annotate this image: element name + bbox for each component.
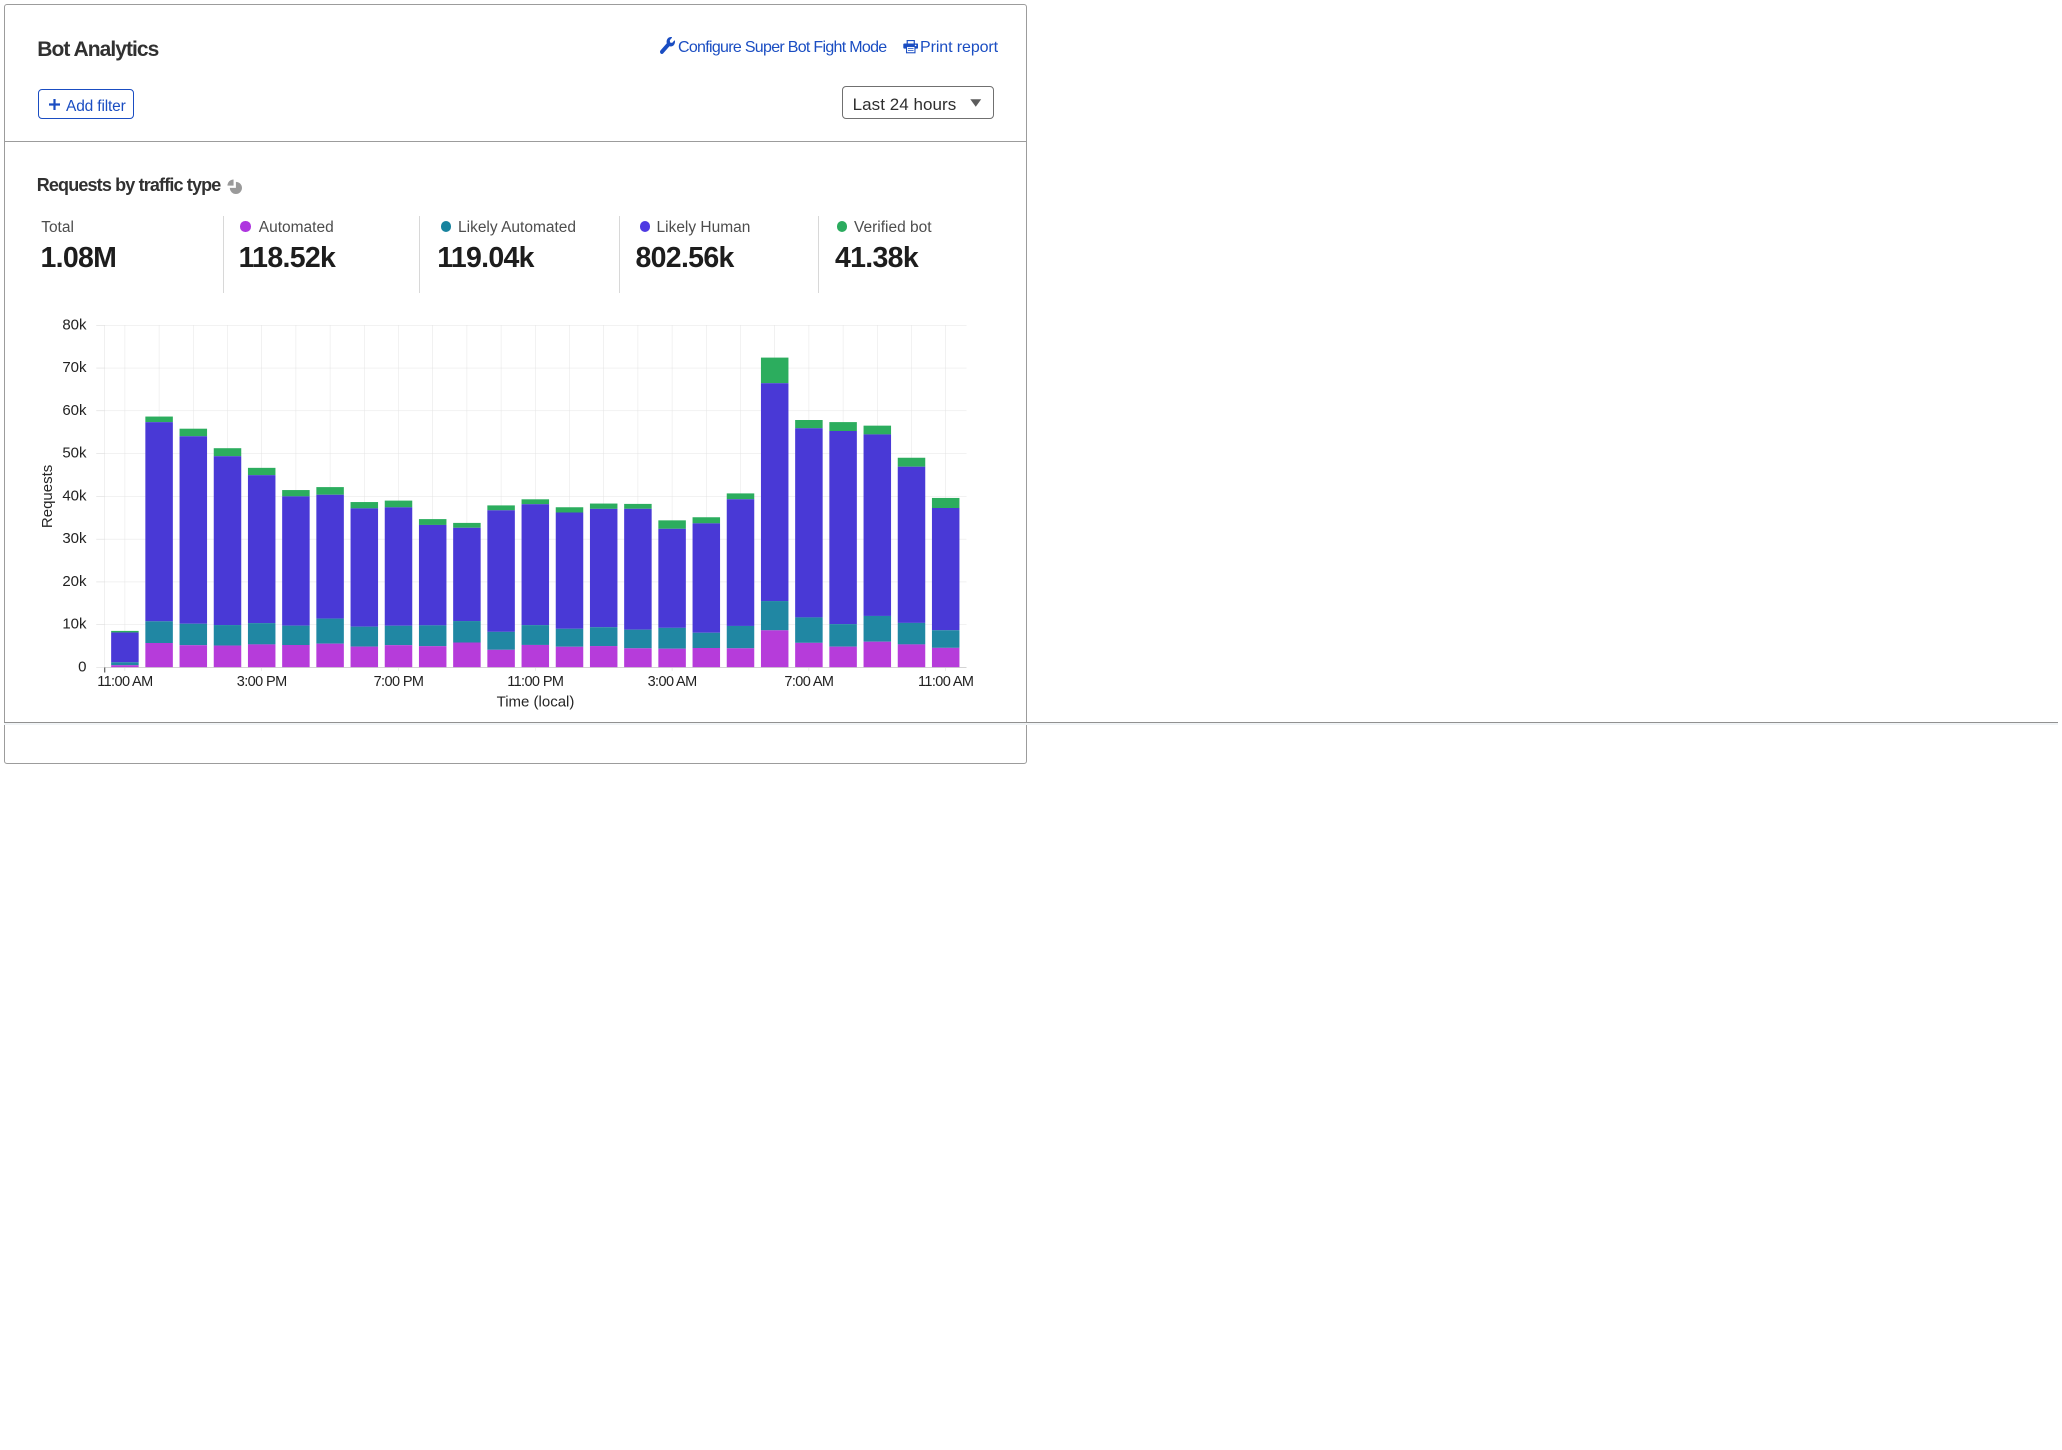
svg-text:11:00 PM: 11:00 PM [507, 674, 563, 690]
svg-text:0: 0 [78, 659, 86, 676]
svg-text:7:00 AM: 7:00 AM [784, 674, 833, 690]
svg-text:10k: 10k [62, 616, 87, 633]
svg-text:50k: 50k [62, 445, 87, 462]
svg-text:20k: 20k [62, 573, 87, 590]
svg-text:Time (local): Time (local) [497, 694, 575, 711]
svg-text:7:00 PM: 7:00 PM [374, 674, 424, 690]
svg-text:Requests: Requests [39, 465, 56, 528]
svg-text:70k: 70k [62, 359, 87, 376]
svg-text:40k: 40k [62, 487, 87, 504]
svg-text:11:00 AM: 11:00 AM [918, 674, 973, 690]
svg-text:3:00 AM: 3:00 AM [648, 674, 697, 690]
svg-text:11:00 AM: 11:00 AM [97, 674, 152, 690]
svg-text:60k: 60k [62, 402, 87, 419]
svg-text:80k: 80k [62, 316, 87, 333]
svg-text:30k: 30k [62, 530, 87, 547]
svg-text:3:00 PM: 3:00 PM [237, 674, 287, 690]
